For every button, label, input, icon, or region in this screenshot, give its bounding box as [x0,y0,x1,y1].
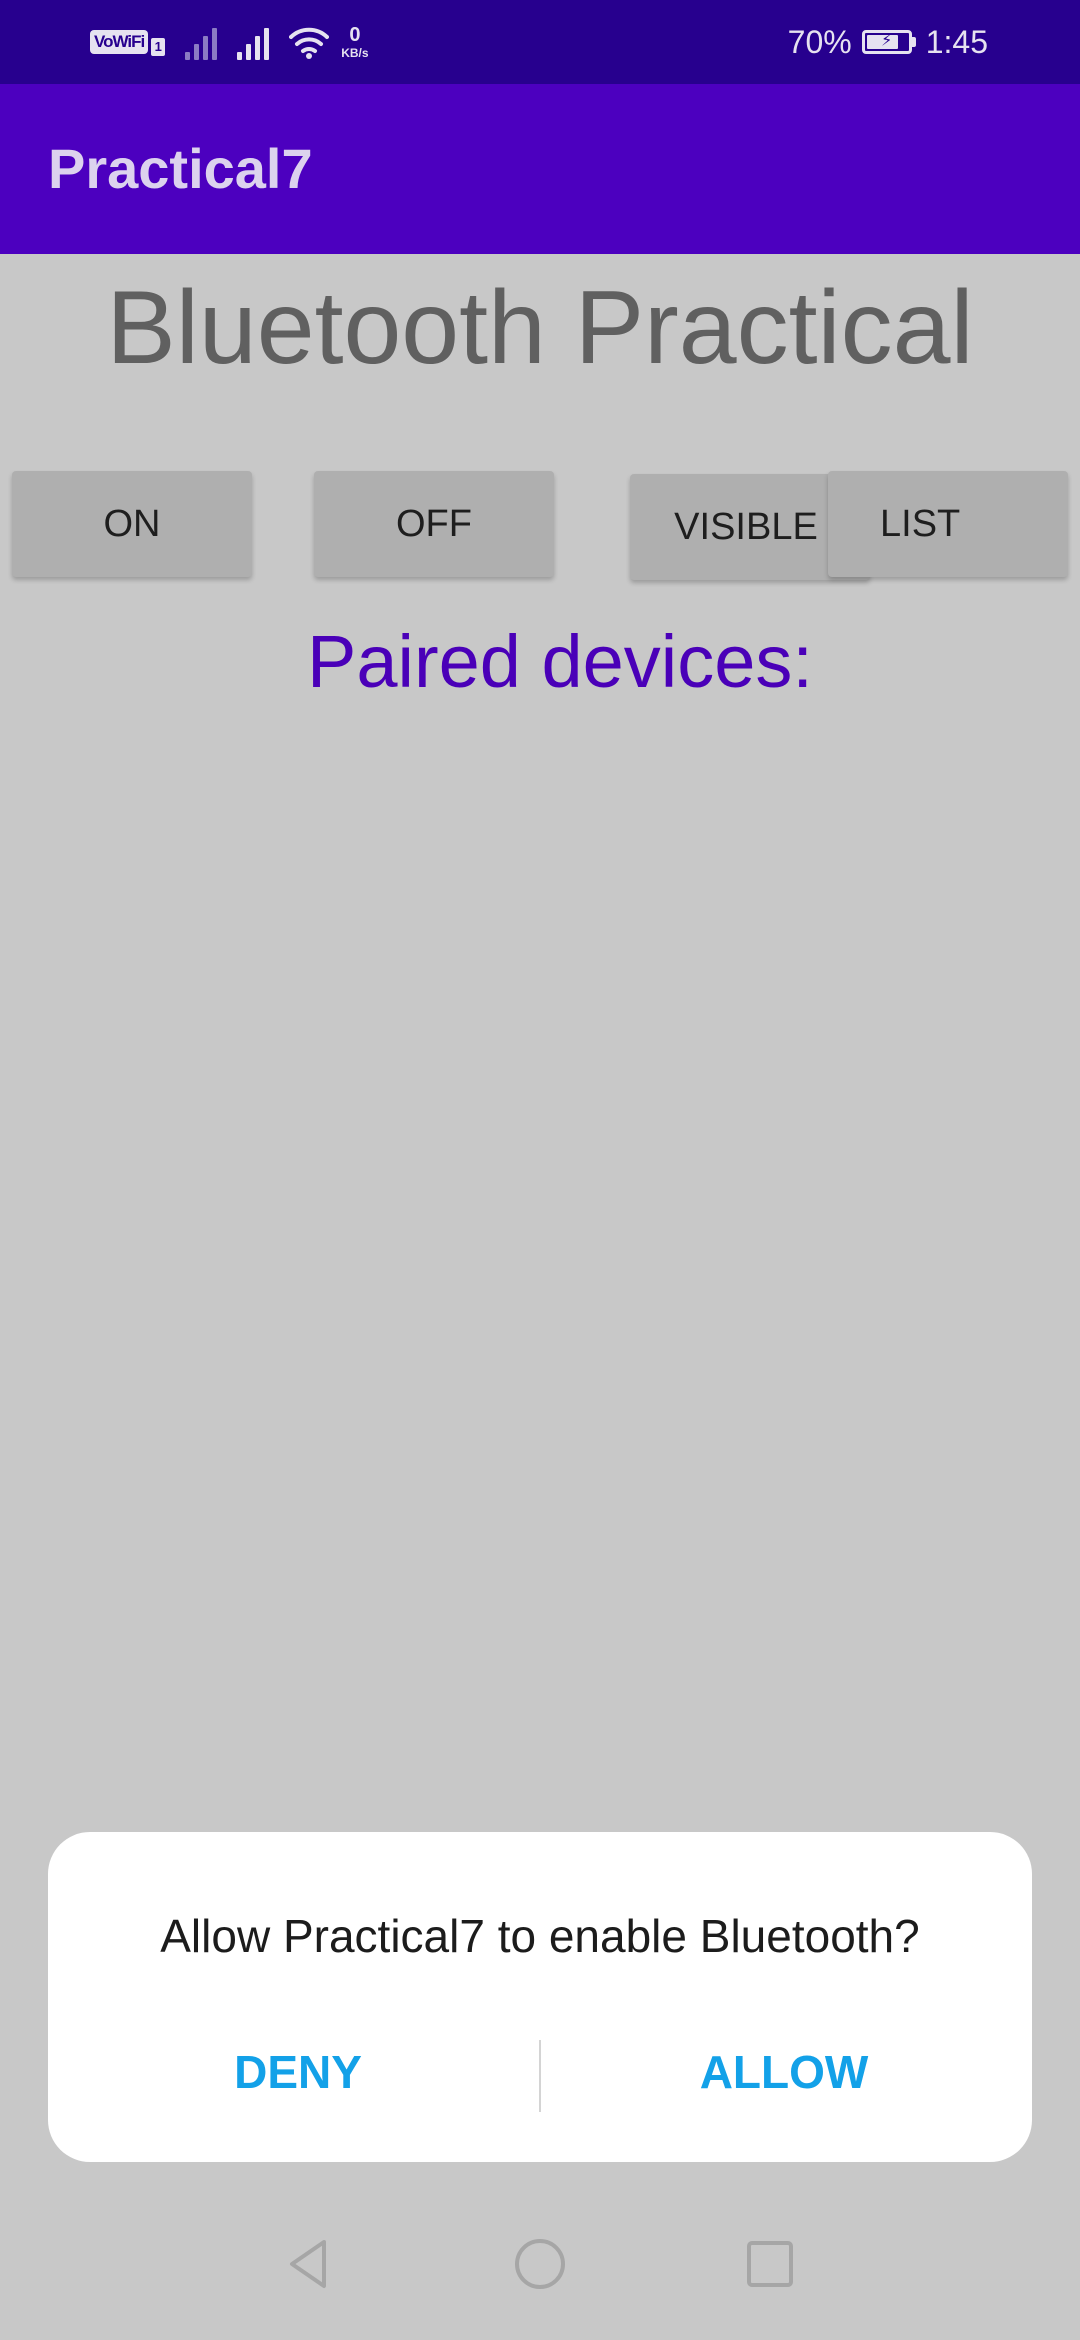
off-button[interactable]: OFF [314,471,554,577]
dialog-button-divider [539,2040,541,2112]
status-bar-right: 70% ⚡ 1:45 [788,20,988,64]
on-button[interactable]: ON [12,471,252,577]
network-speed-value: 0 [349,24,361,46]
page-heading: Bluetooth Practical [106,270,974,386]
clock: 1:45 [925,23,988,60]
recent-apps-icon[interactable] [740,2234,800,2294]
signal-strength-icon-sim1 [185,24,218,60]
paired-devices-label: Paired devices: [307,620,813,703]
deny-button[interactable]: DENY [68,2042,528,2102]
battery-charging-icon: ⚡ [861,30,916,54]
sim-slot-label: 1 [151,38,166,56]
status-bar: VoWiFi 1 0 KB/s 70% ⚡ 1:45 [0,0,1080,84]
bluetooth-permission-dialog: Allow Practical7 to enable Bluetooth? DE… [48,1832,1032,2162]
app-bar: Practical7 [0,84,1080,254]
battery-percent: 70% [787,23,852,60]
navigation-bar [0,2200,1080,2340]
wifi-icon [289,27,330,59]
network-speed-unit: KB/s [341,46,369,60]
vowifi-label: VoWiFi [90,30,149,54]
allow-button[interactable]: ALLOW [554,2042,1014,2102]
vowifi-icon: VoWiFi 1 [90,28,166,56]
list-button[interactable]: LIST [828,471,1068,577]
network-speed: 0 KB/s [341,25,368,59]
home-icon[interactable] [510,2234,570,2294]
signal-strength-icon-sim2 [237,24,270,60]
back-icon[interactable] [280,2234,340,2294]
status-bar-left: VoWiFi 1 0 KB/s [90,20,369,64]
dialog-message: Allow Practical7 to enable Bluetooth? [160,1910,920,1962]
app-title: Practical7 [48,137,313,200]
